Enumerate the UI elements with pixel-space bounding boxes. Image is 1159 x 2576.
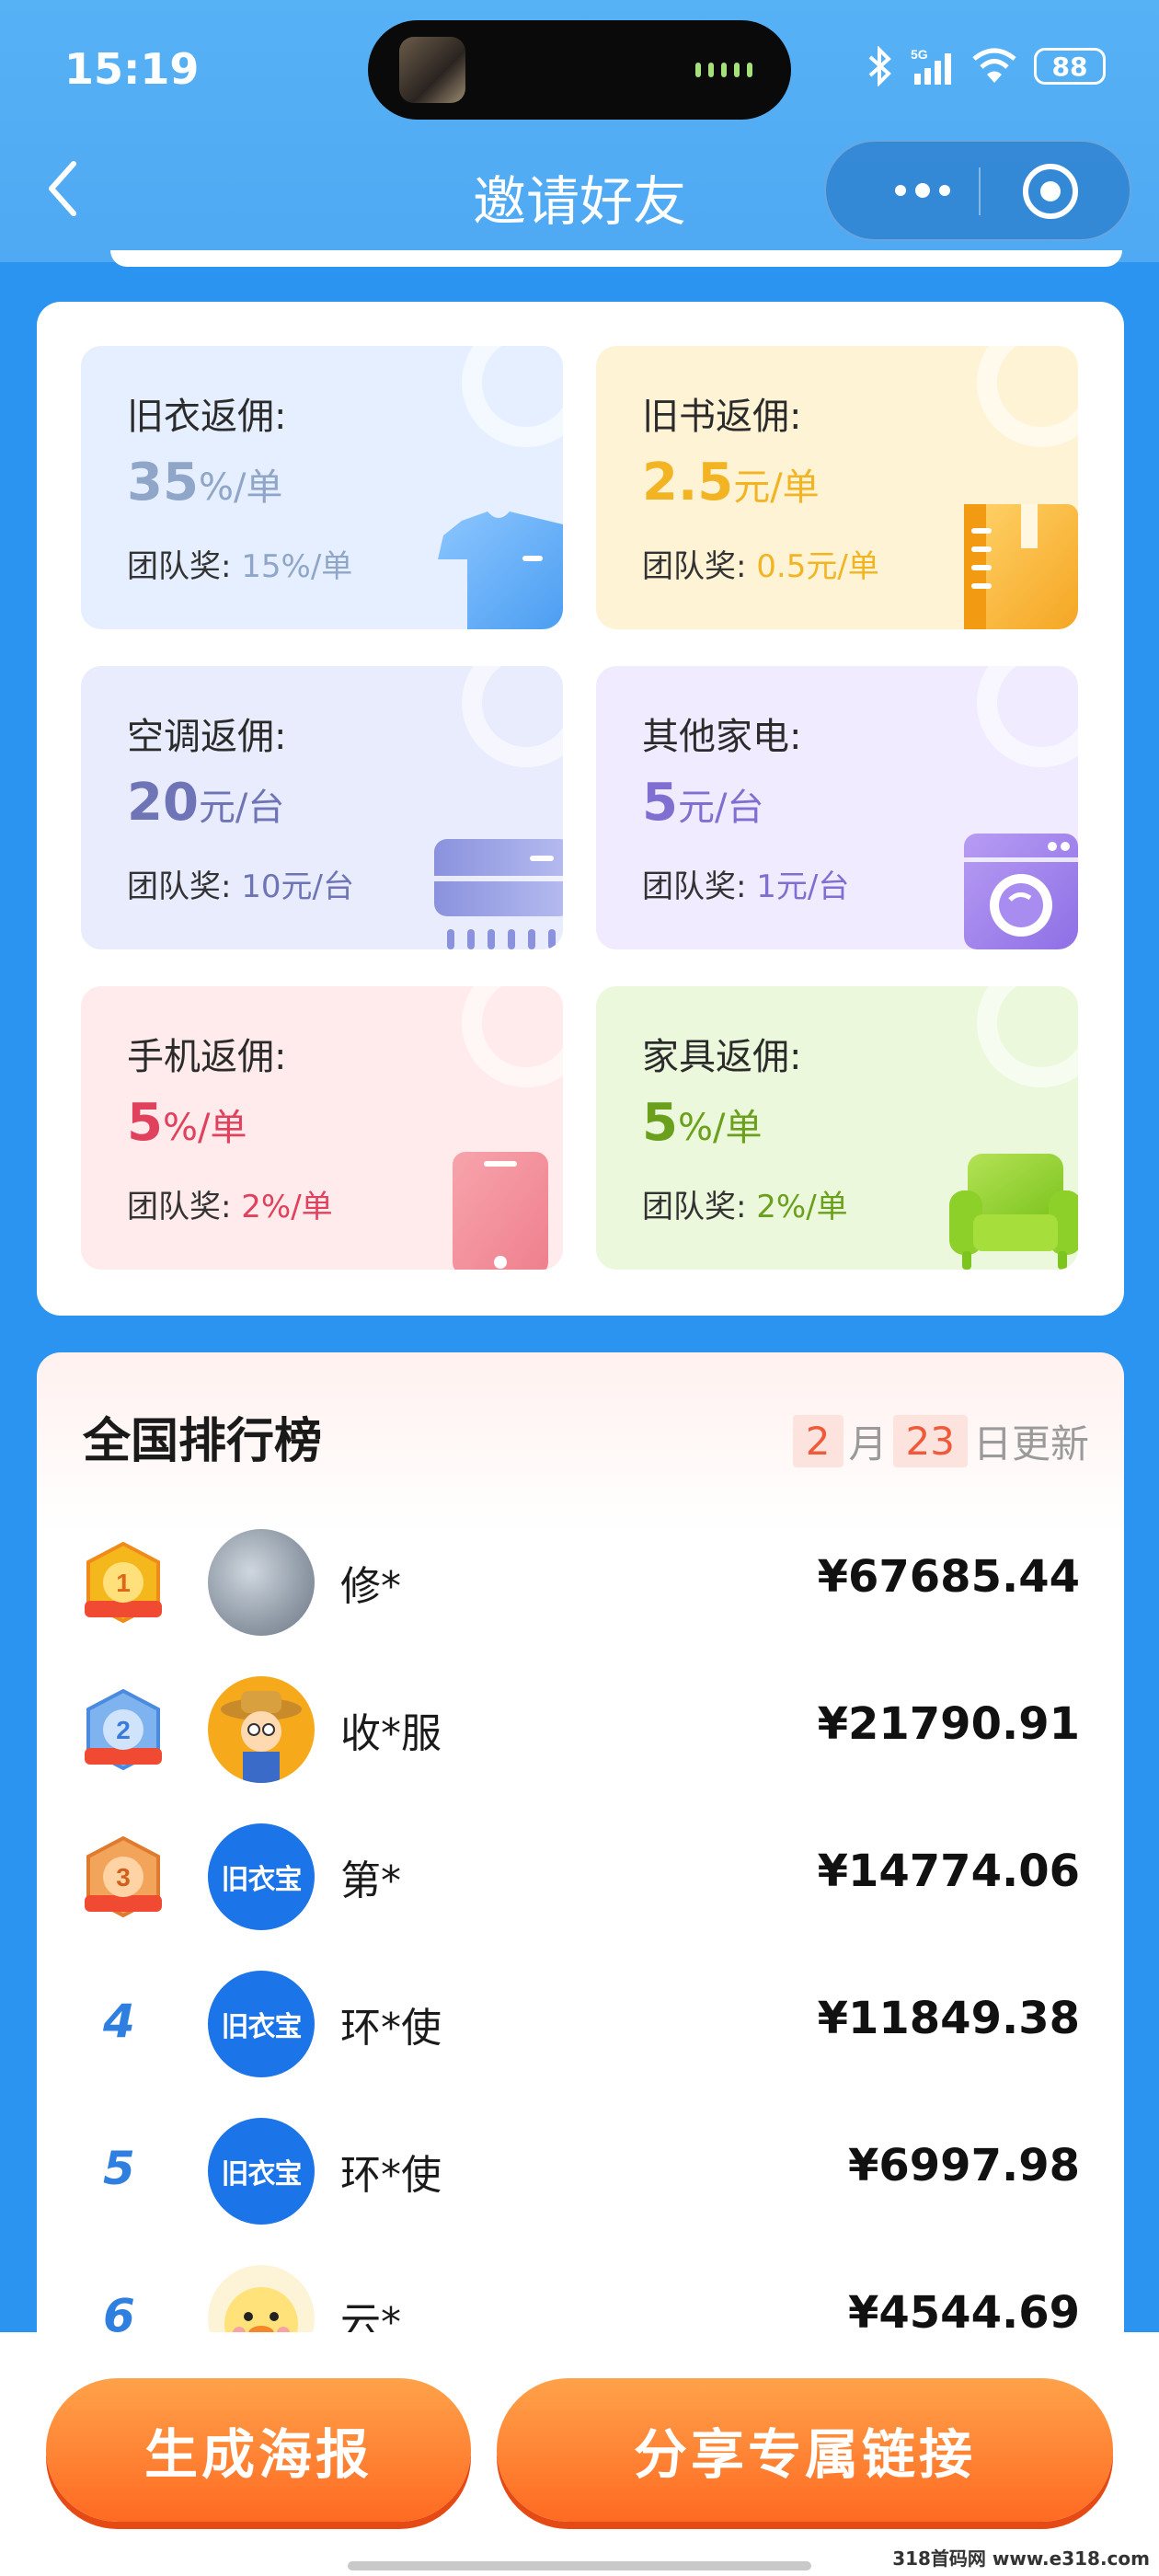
ranking-row: 4 旧衣宝 环*使 ¥11849.38 (37, 1950, 1124, 2098)
commission-tile-air-conditioner: 空调返佣: 20元/台 团队奖: 10元/台 (81, 666, 563, 949)
tile-rate: 2.5元/单 (642, 453, 820, 512)
gold-medal-icon: 1 (85, 1542, 162, 1624)
air-conditioner-icon (434, 839, 563, 949)
home-indicator (348, 2561, 811, 2570)
ranking-title: 全国排行榜 (83, 1414, 323, 1469)
more-icon[interactable] (872, 142, 973, 239)
tile-title: 空调返佣: (127, 716, 287, 758)
audio-wave-icon (695, 63, 752, 77)
signal-icon: 5G (911, 47, 951, 85)
svg-text:2: 2 (116, 1716, 131, 1744)
ranking-row: 2 收*服 ¥21790.91 (37, 1656, 1124, 1803)
tile-rate: 5元/台 (642, 773, 764, 833)
commission-tile-furniture: 家具返佣: 5%/单 团队奖: 2%/单 (596, 986, 1078, 1270)
svg-text:5G: 5G (911, 47, 928, 62)
commission-card: 旧衣返佣: 35%/单 团队奖: 15%/单 旧书返佣: 2.5元/单 团队奖:… (37, 302, 1124, 1316)
silver-medal-icon: 2 (85, 1689, 162, 1771)
previous-card-edge (110, 250, 1122, 267)
capsule-divider (979, 167, 981, 215)
tile-team-bonus: 团队奖: 10元/台 (127, 868, 354, 905)
tile-rate: 5%/单 (127, 1093, 247, 1153)
farmer-avatar-icon (221, 1691, 302, 1783)
share-link-button[interactable]: 分享专属链接 (497, 2378, 1113, 2522)
tile-title: 旧书返佣: (642, 396, 802, 438)
user-avatar: 旧衣宝 (208, 2118, 315, 2225)
user-name: 修* (340, 1563, 401, 1610)
dynamic-island (368, 20, 791, 120)
user-amount: ¥11849.38 (817, 1993, 1080, 2044)
washing-machine-icon (964, 834, 1078, 949)
tile-team-bonus: 团队奖: 0.5元/单 (642, 548, 879, 585)
ranking-row: 3 旧衣宝 第* ¥14774.06 (37, 1803, 1124, 1950)
svg-text:1: 1 (116, 1569, 131, 1597)
user-name: 第* (340, 1857, 401, 1904)
bronze-medal-icon: 3 (85, 1836, 162, 1918)
user-amount: ¥6997.98 (847, 2140, 1080, 2191)
user-name: 环*使 (340, 2005, 442, 2052)
watermark: 318首码网 www.e318.com (892, 2547, 1150, 2570)
header-bar: 15:19 5G 88 邀请好友 (0, 0, 1159, 262)
sofa-icon (949, 1154, 1078, 1270)
rank-number: 4 (103, 1995, 135, 2048)
tile-title: 旧衣返佣: (127, 396, 287, 438)
user-amount: ¥21790.91 (817, 1698, 1080, 1750)
user-avatar (208, 1529, 315, 1636)
phone-icon (453, 1152, 548, 1270)
generate-poster-button[interactable]: 生成海报 (46, 2378, 471, 2522)
tile-rate: 20元/台 (127, 773, 285, 833)
now-playing-thumbnail (399, 37, 465, 103)
tile-rate: 5%/单 (642, 1093, 763, 1153)
user-amount: ¥14774.06 (817, 1846, 1080, 1897)
tshirt-icon (438, 512, 563, 629)
back-icon[interactable] (44, 158, 81, 219)
book-icon (964, 504, 1078, 629)
user-name: 收*服 (340, 1710, 442, 1757)
close-mini-program-icon[interactable] (1023, 164, 1078, 219)
tile-rate: 35%/单 (127, 453, 283, 512)
tile-title: 其他家电: (642, 716, 802, 758)
commission-tile-books: 旧书返佣: 2.5元/单 团队奖: 0.5元/单 (596, 346, 1078, 629)
status-time: 15:19 (64, 44, 200, 94)
rank-number: 5 (103, 2142, 135, 2195)
svg-text:3: 3 (116, 1863, 131, 1892)
tile-team-bonus: 团队奖: 2%/单 (642, 1189, 848, 1225)
user-amount: ¥4544.69 (847, 2287, 1080, 2339)
ranking-row: 5 旧衣宝 环*使 ¥6997.98 (37, 2098, 1124, 2245)
bluetooth-icon (868, 46, 891, 86)
ranking-update-date: 2月 23 日更新 (787, 1413, 1089, 1469)
tile-title: 手机返佣: (127, 1036, 287, 1078)
user-avatar (208, 1676, 315, 1783)
ranking-row: 1 修* ¥67685.44 (37, 1509, 1124, 1656)
user-name: 环*使 (340, 2152, 442, 2199)
user-avatar: 旧衣宝 (208, 1971, 315, 2077)
status-icons: 5G 88 (866, 46, 1106, 86)
mini-program-capsule (824, 140, 1131, 241)
commission-tile-phones: 手机返佣: 5%/单 团队奖: 2%/单 (81, 986, 563, 1270)
tile-team-bonus: 团队奖: 15%/单 (127, 548, 353, 585)
tile-title: 家具返佣: (642, 1036, 802, 1078)
commission-tile-appliances: 其他家电: 5元/台 团队奖: 1元/台 (596, 666, 1078, 949)
battery-indicator: 88 (1034, 48, 1106, 85)
tile-team-bonus: 团队奖: 1元/台 (642, 868, 850, 905)
commission-tile-clothes: 旧衣返佣: 35%/单 团队奖: 15%/单 (81, 346, 563, 629)
user-amount: ¥67685.44 (817, 1551, 1080, 1603)
wifi-icon (972, 48, 1016, 83)
tile-team-bonus: 团队奖: 2%/单 (127, 1189, 333, 1225)
user-avatar: 旧衣宝 (208, 1823, 315, 1930)
